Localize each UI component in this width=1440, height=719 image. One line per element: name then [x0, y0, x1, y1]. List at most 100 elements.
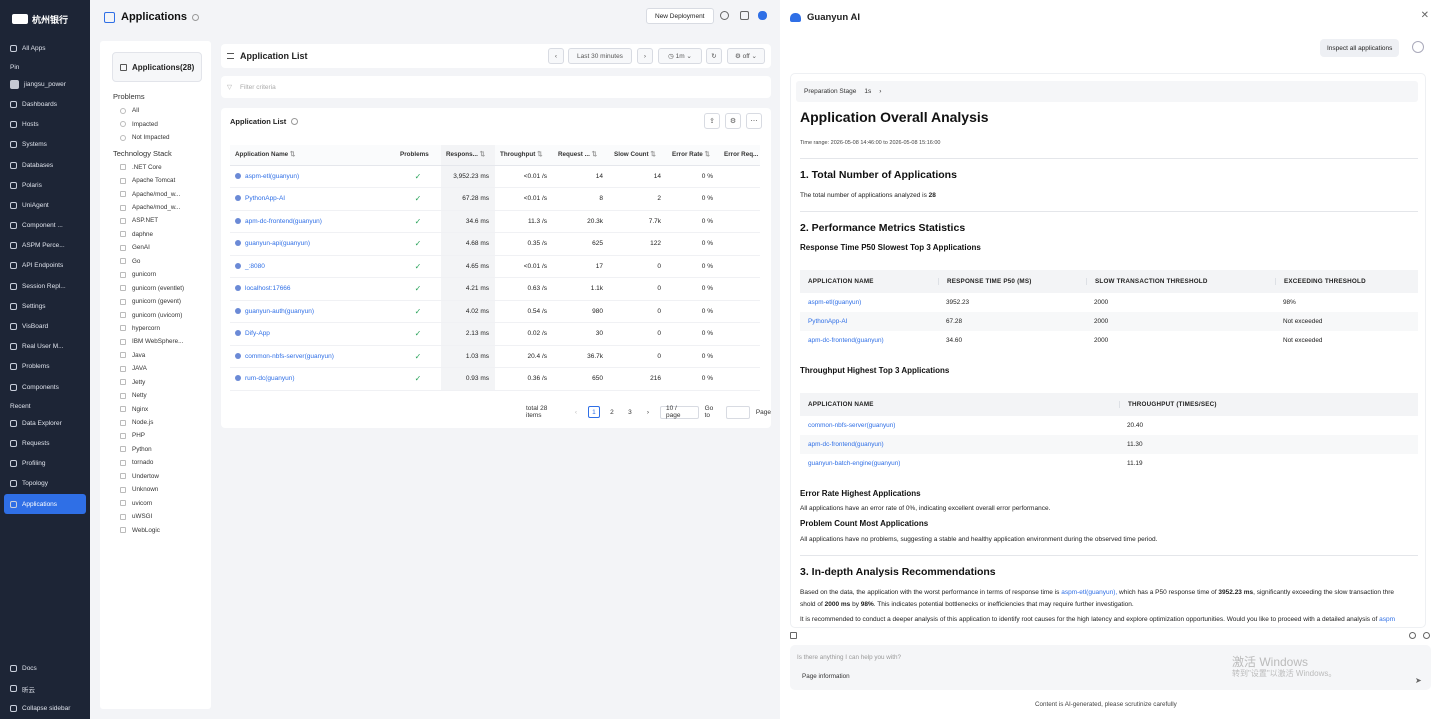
tech-stack-option[interactable]: hypercorn — [100, 322, 211, 335]
close-icon[interactable]: ✕ — [1421, 10, 1429, 21]
app-name-cell[interactable]: localhost:17666 — [230, 277, 395, 301]
tech-stack-option[interactable]: ASP.NET — [100, 214, 211, 227]
table-row[interactable]: _:8080 ✓ 4.65 ms <0.01 /s 17 0 0 % — [230, 255, 760, 278]
tech-stack-option[interactable]: GenAI — [100, 241, 211, 254]
applications-count-box[interactable]: Applications(28) — [112, 52, 202, 82]
inspect-all-applications-chip[interactable]: Inspect all applications — [1320, 39, 1400, 57]
page-3[interactable]: 3 — [624, 406, 636, 418]
tech-stack-option[interactable]: PHP — [100, 429, 211, 442]
app-name-link[interactable]: PythonApp-AI — [245, 195, 285, 202]
app-name-link[interactable]: guanyun-auth(guanyun) — [245, 308, 314, 315]
app-link[interactable]: apm-dc-frontend(guanyun) — [800, 441, 1119, 448]
tech-stack-option[interactable]: JAVA — [100, 362, 211, 375]
app-name-link[interactable]: aspm-etl(guanyun) — [245, 173, 299, 180]
tech-stack-option[interactable]: gunicorn — [100, 268, 211, 281]
app-link[interactable]: common-nbfs-server(guanyun) — [800, 422, 1119, 429]
app-name-cell[interactable]: Dify-App — [230, 322, 395, 346]
app-name-link[interactable]: guanyun-api(guanyun) — [245, 240, 310, 247]
info-icon[interactable] — [192, 13, 200, 21]
tech-stack-option[interactable]: gunicorn (uvicorn) — [100, 308, 211, 321]
tech-stack-option[interactable]: Apache/mod_w... — [100, 201, 211, 214]
app-name-cell[interactable]: PythonApp-AI — [230, 187, 395, 211]
page-size-select[interactable]: 10 / page — [659, 405, 699, 419]
app-link[interactable]: aspm-etl(guanyun) — [800, 299, 938, 306]
tech-stack-option[interactable]: Node.js — [100, 416, 211, 429]
sidebar-item-topology[interactable]: Topology — [0, 474, 90, 494]
sidebar-item-session-repl[interactable]: Session Repl... — [0, 276, 90, 296]
page-1[interactable]: 1 — [587, 406, 600, 418]
column-header[interactable]: Slow Count ⇅ — [609, 145, 667, 166]
sidebar-item-polaris[interactable]: Polaris — [0, 175, 90, 195]
tech-stack-option[interactable]: Python — [100, 443, 211, 456]
app-link[interactable]: aspm-etl(guanyun), — [1061, 589, 1117, 596]
filter-input[interactable]: Filter criteria — [240, 84, 276, 91]
tech-stack-option[interactable]: IBM WebSphere... — [100, 335, 211, 348]
page-information-chip[interactable]: Page information — [802, 673, 850, 680]
app-name-cell[interactable]: rum-dc(guanyun) — [230, 367, 395, 391]
sidebar-item-user[interactable]: 昕云 — [0, 679, 90, 699]
app-name-link[interactable]: Dify-App — [245, 330, 270, 337]
tech-stack-option[interactable]: Apache/mod_w... — [100, 187, 211, 200]
interval-select[interactable]: ◷ 1m ⌄ — [658, 48, 702, 64]
sidebar-item-applications[interactable]: Applications — [4, 493, 86, 515]
tech-stack-option[interactable]: Unknown — [100, 483, 211, 496]
column-header[interactable]: Error Req... ⇅ — [719, 145, 760, 166]
brand-logo[interactable]: 杭州银行 — [0, 0, 90, 38]
tech-stack-option[interactable]: Netty — [100, 389, 211, 402]
page-2[interactable]: 2 — [606, 406, 618, 418]
column-header[interactable]: Application Name ⇅ — [230, 145, 395, 166]
tech-stack-option[interactable]: gunicorn (eventlet) — [100, 281, 211, 294]
table-row[interactable]: Dify-App ✓ 2.13 ms 0.02 /s 30 0 0 % — [230, 322, 760, 346]
tech-stack-option[interactable]: uWSGI — [100, 510, 211, 523]
column-settings-icon[interactable]: ⚙ — [725, 113, 741, 129]
app-name-link[interactable]: localhost:17666 — [245, 285, 291, 292]
problems-option[interactable]: All — [100, 104, 211, 118]
app-name-cell[interactable]: guanyun-auth(guanyun) — [230, 300, 395, 323]
tech-stack-option[interactable]: uvicorn — [100, 496, 211, 509]
table-row[interactable]: aspm-etl(guanyun) ✓ 3,952.23 ms <0.01 /s 14 1… — [230, 165, 760, 188]
app-name-link[interactable]: rum-dc(guanyun) — [245, 375, 295, 382]
filter-bar[interactable]: ▽ Filter criteria — [221, 76, 771, 98]
sidebar-item-hosts[interactable]: Hosts — [0, 115, 90, 135]
sidebar-item-all-apps[interactable]: All Apps — [0, 38, 90, 58]
auto-refresh-select[interactable]: ⚙ off ⌄ — [727, 48, 765, 64]
column-header[interactable]: Problems — [395, 145, 441, 166]
more-icon[interactable]: ⋯ — [746, 113, 762, 129]
table-row[interactable]: apm-dc-frontend(guanyun) ✓ 34.6 ms 11.3 /s 2… — [230, 210, 760, 233]
ai-assistant-icon[interactable] — [758, 11, 767, 20]
tech-stack-option[interactable]: Java — [100, 349, 211, 362]
table-row[interactable]: guanyun-auth(guanyun) ✓ 4.02 ms 0.54 /s 980 0… — [230, 300, 760, 323]
tech-stack-option[interactable]: daphne — [100, 228, 211, 241]
new-deployment-button[interactable]: New Deployment — [646, 8, 714, 24]
column-header[interactable]: Request ... ⇅ — [553, 145, 609, 166]
problems-option[interactable]: Impacted — [100, 118, 211, 132]
next-range-button[interactable]: › — [637, 48, 653, 64]
tech-stack-option[interactable]: gunicorn (gevent) — [100, 295, 211, 308]
tech-stack-option[interactable]: WebLogic — [100, 523, 211, 536]
app-name-cell[interactable]: _:8080 — [230, 255, 395, 278]
sidebar-item-requests[interactable]: Requests — [0, 433, 90, 453]
app-name-cell[interactable]: common-nbfs-server(guanyun) — [230, 345, 395, 368]
table-row[interactable]: rum-dc(guanyun) ✓ 0.93 ms 0.36 /s 650 216 0 % — [230, 367, 760, 391]
app-link[interactable]: guanyun-batch-engine(guanyun) — [800, 460, 1119, 467]
sidebar-item-real-user-m[interactable]: Real User M... — [0, 337, 90, 357]
sidebar-item-profiling[interactable]: Profiling — [0, 454, 90, 474]
chat-input[interactable]: Is there anything I can help you with? — [797, 654, 901, 661]
sidebar-item-dashboards[interactable]: Dashboards — [0, 94, 90, 114]
column-header[interactable]: Respons... ⇅ — [441, 145, 495, 166]
app-name-cell[interactable]: apm-dc-frontend(guanyun) — [230, 210, 395, 233]
collapse-sidebar-button[interactable]: Collapse sidebar — [0, 699, 90, 719]
tech-stack-option[interactable]: Jetty — [100, 376, 211, 389]
sidebar-item-docs[interactable]: Docs — [0, 658, 90, 678]
next-page-button[interactable]: › — [642, 406, 654, 418]
goto-input[interactable] — [726, 405, 750, 419]
tech-stack-option[interactable]: Go — [100, 255, 211, 268]
sidebar-item-systems[interactable]: Systems — [0, 135, 90, 155]
sidebar-item-jiangsu-power[interactable]: jiangsu_power — [0, 74, 90, 94]
new-chat-icon[interactable] — [1423, 632, 1430, 639]
column-header[interactable]: Error Rate ⇅ — [667, 145, 719, 166]
history-icon[interactable] — [1409, 632, 1416, 639]
app-name-cell[interactable]: aspm-etl(guanyun) — [230, 165, 395, 188]
prev-range-button[interactable]: ‹ — [548, 48, 564, 64]
app-name-cell[interactable]: guanyun-api(guanyun) — [230, 232, 395, 256]
